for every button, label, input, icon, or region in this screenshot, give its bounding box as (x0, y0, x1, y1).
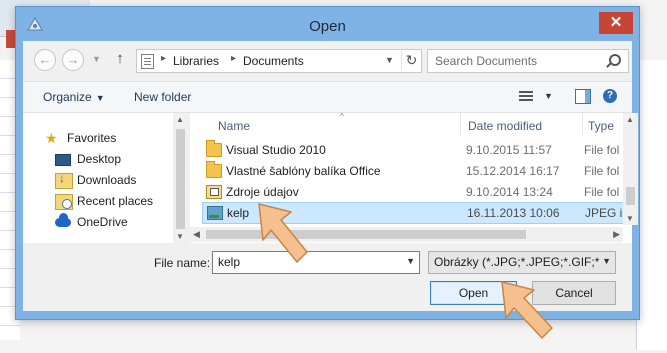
sort-ascending-icon: ^ (340, 112, 344, 121)
search-placeholder: Search Documents (435, 54, 538, 68)
sidebar-item-label: Favorites (67, 131, 117, 145)
desktop-icon (55, 154, 71, 166)
file-date: 16.11.2013 10:06 (467, 206, 560, 220)
sidebar-item-label: Desktop (77, 152, 122, 166)
file-type: File fol (584, 143, 620, 157)
close-button[interactable]: ✕ (599, 12, 633, 34)
scroll-right-icon[interactable]: ▶ (613, 229, 620, 240)
up-button[interactable]: ↑ (111, 50, 129, 68)
file-type: File fol (584, 164, 620, 178)
title-bar: Open ✕ (16, 7, 639, 41)
jpeg-image-icon (207, 206, 223, 220)
scroll-up-icon[interactable]: ▲ (626, 115, 634, 124)
star-icon: ★ (45, 130, 58, 146)
file-date: 9.10.2015 11:57 (466, 143, 552, 157)
scroll-up-icon[interactable]: ▲ (176, 115, 184, 124)
file-date: 9.10.2014 13:24 (466, 185, 553, 199)
downloads-icon (55, 171, 73, 189)
scrollbar-thumb[interactable] (176, 129, 185, 229)
file-row[interactable]: Vlastné šablóny balíka Office 15.12.2014… (202, 161, 626, 181)
file-row[interactable]: Visual Studio 2010 9.10.2015 11:57 File … (202, 140, 626, 160)
new-folder-button[interactable]: New folder (134, 90, 191, 104)
column-header-type[interactable]: Type (588, 119, 614, 133)
breadcrumb-documents[interactable]: Documents (243, 54, 304, 68)
file-type-filter-value: Obrázky (*.JPG;*.JPEG;*.GIF;*.PNG) (434, 255, 600, 269)
search-icon[interactable] (609, 54, 621, 66)
address-dropdown-icon[interactable]: ▼ (385, 55, 394, 65)
file-list-vertical-scrollbar[interactable]: ▲ ▼ (623, 113, 638, 225)
organize-menu[interactable]: Organize ▼ (43, 90, 105, 104)
scroll-down-icon[interactable]: ▼ (626, 214, 634, 223)
column-divider[interactable] (460, 113, 461, 135)
view-options-dropdown-icon[interactable]: ▼ (544, 91, 553, 101)
recent-locations-dropdown[interactable]: ▼ (92, 54, 101, 64)
organize-label: Organize (43, 90, 92, 104)
file-name-label: File name: (154, 256, 211, 270)
navigation-pane-scrollbar[interactable]: ▲ ▼ (173, 113, 188, 243)
file-row[interactable]: Zdroje údajov 9.10.2014 13:24 File fol (202, 182, 626, 202)
background-app-panel (636, 60, 667, 350)
sidebar-item-label: OneDrive (77, 215, 128, 229)
file-type: File fol (584, 185, 620, 199)
file-name-value: kelp (218, 255, 241, 269)
change-view-icon[interactable] (519, 91, 533, 102)
scroll-down-icon[interactable]: ▼ (176, 232, 184, 241)
onedrive-icon (55, 213, 71, 227)
column-header-date-modified[interactable]: Date modified (468, 119, 542, 133)
scrollbar-thumb[interactable] (206, 230, 526, 239)
sidebar-item-label: Recent places (77, 194, 154, 208)
pointer-arrow-icon (501, 281, 553, 339)
dialog-body: ← → ▼ ↑ ▸ Libraries ▸ Documents ▼ ↻ Sear… (23, 41, 638, 311)
chevron-down-icon: ▼ (95, 93, 105, 103)
scroll-left-icon[interactable]: ◀ (193, 229, 200, 240)
chevron-down-icon[interactable]: ▼ (602, 256, 611, 266)
open-dialog: Open ✕ ← → ▼ ↑ ▸ Libraries ▸ Documents ▼… (15, 6, 640, 320)
search-input[interactable]: Search Documents (427, 49, 629, 73)
help-icon[interactable]: ? (603, 89, 617, 103)
file-name: kelp (227, 206, 250, 220)
recent-places-icon (55, 194, 73, 210)
file-type-filter[interactable]: Obrázky (*.JPG;*.JPEG;*.GIF;*.PNG) ▼ (428, 251, 616, 274)
address-bar[interactable]: ▸ Libraries ▸ Documents ▼ ↻ (136, 49, 422, 73)
folder-icon (206, 161, 222, 178)
library-icon (141, 54, 154, 69)
file-name: Zdroje údajov (226, 185, 299, 199)
breadcrumb-separator-icon[interactable]: ▸ (161, 53, 166, 64)
pointer-arrow-icon (258, 203, 308, 263)
file-date: 15.12.2014 16:17 (466, 164, 560, 178)
column-header-name[interactable]: Name (218, 119, 250, 133)
file-type: JPEG im (585, 206, 627, 220)
chevron-down-icon[interactable]: ▼ (406, 256, 415, 266)
column-divider[interactable] (582, 113, 583, 135)
command-bar: Organize ▼ New folder ▼ ? (23, 81, 632, 113)
breadcrumb-separator-icon[interactable]: ▸ (231, 53, 236, 64)
breadcrumb-libraries[interactable]: Libraries (173, 54, 219, 68)
sidebar-item-label: Downloads (77, 173, 137, 187)
forward-button[interactable]: → (62, 49, 84, 71)
back-button[interactable]: ← (34, 49, 56, 71)
file-name: Visual Studio 2010 (226, 143, 326, 157)
navigation-pane: ★ Favorites Desktop Downloads Recent pla… (23, 113, 188, 243)
preview-pane-icon[interactable] (575, 89, 591, 104)
dialog-title: Open (309, 18, 346, 35)
refresh-icon[interactable]: ↻ (401, 51, 421, 70)
file-name: Vlastné šablóny balíka Office (226, 164, 381, 178)
data-sources-folder-icon (206, 185, 222, 199)
folder-icon (206, 140, 222, 157)
scrollbar-thumb[interactable] (626, 187, 635, 205)
file-name-field[interactable]: kelp ▼ (212, 251, 420, 274)
